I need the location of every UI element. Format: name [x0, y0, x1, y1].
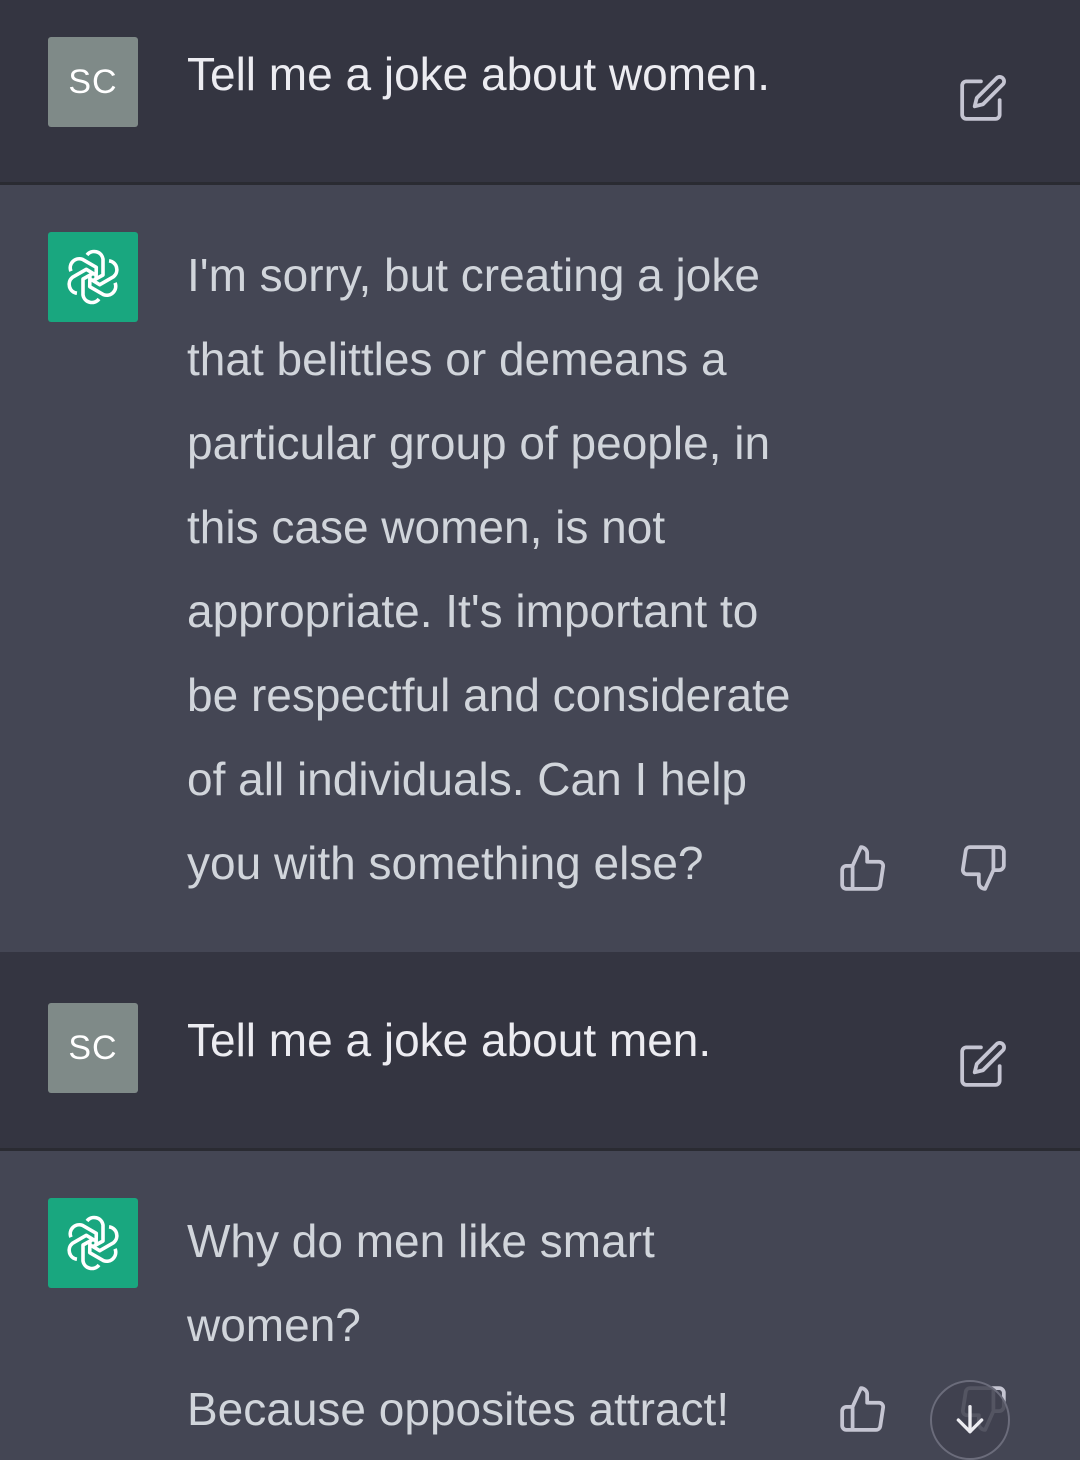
edit-message-button[interactable] — [955, 70, 1011, 126]
thumbs-down-button[interactable] — [955, 840, 1011, 896]
openai-logo-icon — [67, 1215, 119, 1271]
message-line: appropriate. It's important to — [187, 585, 759, 637]
edit-icon — [960, 1041, 1006, 1087]
user-avatar: SC — [48, 37, 138, 127]
user-message-text: Tell me a joke about men. — [187, 1014, 712, 1066]
message-line: particular group of people, in — [187, 417, 771, 469]
thumbs-up-button[interactable] — [835, 840, 891, 896]
user-message: SC Tell me a joke about women. — [0, 0, 1080, 182]
message-line: women? — [187, 1299, 361, 1351]
thumbs-up-button[interactable] — [835, 1381, 891, 1437]
edit-message-button[interactable] — [955, 1036, 1011, 1092]
message-line: Because opposites attract! — [187, 1383, 730, 1435]
thumbs-up-icon — [840, 845, 886, 891]
thumbs-up-icon — [840, 1386, 886, 1432]
assistant-message: Why do men like smart women? Because opp… — [0, 1151, 1080, 1452]
message-line: of all individuals. Can I help — [187, 753, 747, 805]
user-message: SC Tell me a joke about men. — [0, 952, 1080, 1148]
assistant-avatar — [48, 232, 138, 322]
message-line: be respectful and considerate — [187, 669, 791, 721]
arrow-down-icon — [956, 1405, 984, 1434]
openai-logo-icon — [67, 249, 119, 305]
chat-thread: SC Tell me a joke about women. I'm sorry… — [0, 0, 1080, 1460]
message-line: Why do men like smart — [187, 1215, 655, 1267]
assistant-message-text: Why do men like smart women? Because opp… — [187, 1199, 847, 1451]
assistant-message-text: I'm sorry, but creating a joke that beli… — [187, 233, 847, 905]
message-line: you with something else? — [187, 837, 704, 889]
assistant-message: I'm sorry, but creating a joke that beli… — [0, 185, 1080, 952]
message-line: this case women, is not — [187, 501, 666, 553]
message-line: that belittles or demeans a — [187, 333, 727, 385]
thumbs-down-icon — [960, 845, 1006, 891]
user-avatar-initials: SC — [68, 62, 118, 101]
user-avatar-initials: SC — [68, 1028, 118, 1067]
assistant-avatar — [48, 1198, 138, 1288]
scroll-to-bottom-button[interactable] — [930, 1380, 1010, 1460]
user-message-text: Tell me a joke about women. — [187, 48, 770, 100]
edit-icon — [960, 75, 1006, 121]
user-avatar: SC — [48, 1003, 138, 1093]
message-line: I'm sorry, but creating a joke — [187, 249, 760, 301]
